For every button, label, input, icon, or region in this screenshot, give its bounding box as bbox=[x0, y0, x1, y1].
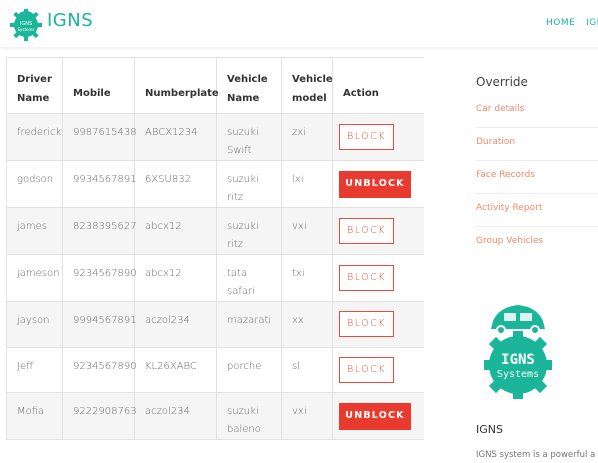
top-navbar: IGNS Systems IGNS HOME IGI bbox=[0, 0, 598, 47]
mobile-cell: 9234567890 bbox=[62, 346, 137, 394]
divider bbox=[476, 160, 598, 161]
svg-text:IGNS: IGNS bbox=[501, 352, 535, 368]
sidebar-item-activity-report[interactable]: Activity Report bbox=[476, 203, 542, 213]
table-row: jayson 9994567891 aczol234 mazarati xx BLOCK bbox=[6, 301, 424, 348]
mobile-cell: 9994567891 bbox=[62, 301, 137, 348]
table-row: Jeff 9234567890 KL26XABC porche sl BLOCK bbox=[6, 346, 424, 394]
svg-text:Systems: Systems bbox=[18, 27, 35, 32]
sidebar-item-face-records[interactable]: Face Records bbox=[476, 170, 535, 180]
mobile-cell: 9987615438 bbox=[62, 113, 137, 161]
action-cell: UNBLOCK bbox=[332, 160, 424, 208]
vehicle-name-line: baleno bbox=[227, 424, 261, 436]
sidebar-title: Override bbox=[476, 75, 528, 89]
divider bbox=[476, 226, 598, 227]
vehicle-name-line: suzuki ritz bbox=[227, 221, 259, 250]
vehicle-name-line: suzuki bbox=[227, 127, 259, 138]
vehicle-model-cell: zxi bbox=[281, 113, 333, 161]
action-cell: BLOCK bbox=[332, 254, 424, 302]
mobile-cell: 8238395627 bbox=[62, 207, 137, 255]
vehicle-model-cell: lxi bbox=[281, 160, 333, 208]
table-row: frederick 9987615438 ABCX1234 suzuki Swift zx… bbox=[6, 113, 424, 161]
mobile-cell: 9934567891 bbox=[62, 160, 137, 208]
col-driver-name[interactable]: Driver Name bbox=[6, 57, 63, 114]
block-button[interactable]: BLOCK bbox=[339, 311, 394, 338]
block-button[interactable]: BLOCK bbox=[339, 218, 394, 244]
table-header-row: Driver Name Mobile Numberplate Vehicle Nam… bbox=[6, 57, 424, 114]
vehicle-name-line: suzuki ritz bbox=[227, 174, 259, 203]
vehicle-name-line: tata safari bbox=[227, 268, 255, 297]
vehicle-name-cell: suzuki Swift bbox=[216, 113, 282, 161]
vehicle-name-cell: tata safari bbox=[216, 254, 282, 302]
brand-title[interactable]: IGNS bbox=[47, 10, 93, 31]
svg-text:Systems: Systems bbox=[497, 369, 539, 380]
vehicle-model-cell: vxi bbox=[281, 392, 333, 441]
col-numberplate[interactable]: Numberplate bbox=[134, 57, 219, 114]
action-cell: BLOCK bbox=[332, 207, 424, 255]
col-mobile[interactable]: Mobile bbox=[62, 57, 135, 114]
driver-name-cell: frederick bbox=[6, 113, 63, 161]
numberplate-cell: KL26XABC bbox=[134, 346, 217, 394]
block-button[interactable]: BLOCK bbox=[339, 356, 394, 383]
vehicle-model-cell: vxi bbox=[281, 207, 333, 255]
driver-name-cell: jayson bbox=[6, 301, 63, 348]
vehicle-name-line: porche bbox=[227, 360, 262, 372]
action-cell: UNBLOCK bbox=[332, 392, 424, 441]
block-button[interactable]: BLOCK bbox=[339, 124, 394, 150]
driver-name-cell: godson bbox=[6, 160, 63, 208]
numberplate-cell: 6XSU832 bbox=[134, 160, 217, 208]
vehicle-model-cell: sl bbox=[281, 346, 333, 394]
divider bbox=[476, 193, 598, 194]
about-description: IGNS system is a powerful a bbox=[476, 450, 596, 460]
table-row: godson 9934567891 6XSU832 suzuki ritz lxi UNB… bbox=[6, 160, 424, 208]
numberplate-cell: aczol234 bbox=[134, 392, 217, 441]
driver-name-cell: Jeff bbox=[6, 346, 63, 394]
drivers-table: Driver Name Mobile Numberplate Vehicle Nam… bbox=[6, 57, 424, 441]
mobile-cell: 9222908763 bbox=[62, 392, 137, 441]
mobile-cell: 9234567890 bbox=[62, 254, 137, 302]
action-cell: BLOCK bbox=[332, 113, 424, 161]
numberplate-cell: aczol234 bbox=[134, 301, 217, 348]
table-row: jameson 9234567890 abcx12 tata safari txi BLO… bbox=[6, 254, 424, 302]
vehicle-name-line: Swift bbox=[227, 145, 252, 156]
col-vehicle-model[interactable]: Vehicle model bbox=[281, 57, 333, 114]
vehicle-name-line: suzuki bbox=[227, 406, 259, 418]
sidebar-item-duration[interactable]: Duration bbox=[476, 137, 515, 147]
vehicle-model-cell: xx bbox=[281, 301, 333, 348]
unblock-button[interactable]: UNBLOCK bbox=[339, 402, 411, 430]
igns-gear-logo-icon[interactable]: IGNS Systems bbox=[8, 6, 44, 42]
vehicle-name-line: mazarati bbox=[227, 315, 272, 326]
col-vehicle-name[interactable]: Vehicle Name bbox=[216, 57, 282, 114]
numberplate-cell: ABCX1234 bbox=[134, 113, 217, 161]
nav-home-link[interactable]: HOME bbox=[546, 18, 575, 28]
vehicle-name-cell: suzuki baleno bbox=[216, 392, 282, 441]
about-title: IGNS bbox=[476, 423, 503, 436]
driver-name-cell: jameson bbox=[6, 254, 63, 302]
vehicle-name-cell: suzuki ritz bbox=[216, 207, 282, 255]
numberplate-cell: abcx12 bbox=[134, 254, 217, 302]
table-row: Mofia 9222908763 aczol234 suzuki baleno vxi UN… bbox=[6, 392, 424, 441]
drivers-table-container: Driver Name Mobile Numberplate Vehicle Nam… bbox=[6, 57, 424, 463]
sidebar-item-car-details[interactable]: Car details bbox=[476, 104, 524, 114]
divider bbox=[476, 127, 598, 128]
vehicle-name-cell: suzuki ritz bbox=[216, 160, 282, 208]
igns-systems-logo-icon: IGNS Systems bbox=[484, 305, 552, 399]
vehicle-name-cell: porche bbox=[216, 346, 282, 394]
driver-name-cell: Mofia bbox=[6, 392, 63, 441]
unblock-button[interactable]: UNBLOCK bbox=[339, 170, 411, 198]
nav-igns-link[interactable]: IGI bbox=[586, 18, 598, 28]
sidebar-item-group-vehicles[interactable]: Group Vehicles bbox=[476, 236, 543, 246]
vehicle-name-cell: mazarati bbox=[216, 301, 282, 348]
driver-name-cell: james bbox=[6, 207, 63, 255]
action-cell: BLOCK bbox=[332, 301, 424, 348]
action-cell: BLOCK bbox=[332, 346, 424, 394]
col-action[interactable]: Action bbox=[332, 57, 424, 114]
vehicle-model-cell: txi bbox=[281, 254, 333, 302]
numberplate-cell: abcx12 bbox=[134, 207, 217, 255]
block-button[interactable]: BLOCK bbox=[339, 265, 394, 291]
table-row: james 8238395627 abcx12 suzuki ritz vxi BLOCK bbox=[6, 207, 424, 255]
